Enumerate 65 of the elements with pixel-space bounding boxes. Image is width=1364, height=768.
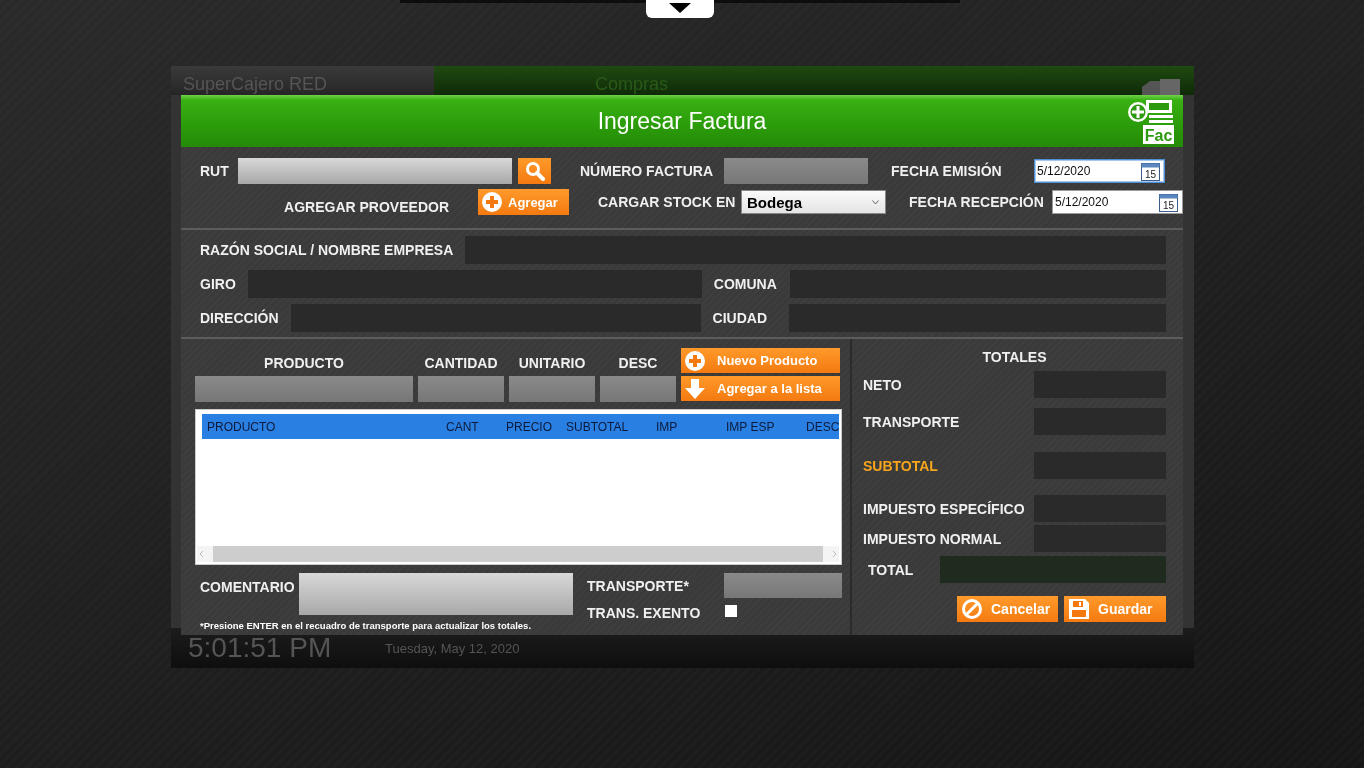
search-icon [524, 161, 545, 181]
dropdown-tab[interactable] [646, 0, 714, 18]
company-name-label: RAZÓN SOCIAL / NOMBRE EMPRESA [200, 242, 454, 258]
column-header[interactable]: IMP ESP [721, 419, 801, 434]
clock-time: 5:01:51 PM [188, 632, 333, 664]
dialog-title: Ingresar Factura [597, 107, 767, 135]
device-icon [1140, 79, 1180, 95]
stock-label: CARGAR STOCK EN [598, 194, 737, 210]
rut-label: RUT [200, 163, 230, 179]
column-header[interactable]: CANT [441, 419, 501, 434]
invoice-number-field[interactable] [724, 158, 868, 184]
search-button[interactable] [518, 158, 551, 184]
city-label: CIUDAD [712, 310, 768, 326]
column-header[interactable]: SUBTOTAL [561, 419, 651, 434]
date-field[interactable]: 5/12/2020 15 [1052, 190, 1183, 214]
date-label: FECHA EMISIÓN [891, 163, 1003, 179]
column-label: UNITARIO [517, 355, 587, 373]
down-arrow-icon [685, 378, 705, 399]
exempt-label: TRANS. EXENTO [587, 604, 702, 621]
chevron-icon [872, 199, 879, 205]
product-input-field[interactable] [195, 376, 413, 402]
totals-title: TOTALES [981, 349, 1048, 367]
add-supplier-label: AGREGAR PROVEEDOR [283, 198, 450, 215]
total-label: TOTAL [868, 561, 914, 578]
column-header[interactable]: IMP [651, 419, 721, 434]
comment-field[interactable] [298, 573, 573, 615]
stock-select[interactable]: Bodega [741, 190, 886, 214]
save-button[interactable]: Guardar [1064, 596, 1166, 622]
column-label: CANTIDAD [423, 355, 499, 373]
total-label: IMPUESTO NORMAL [863, 530, 1002, 547]
calendar-icon: 15 [1141, 161, 1160, 181]
product-input-field[interactable] [600, 376, 676, 402]
total-label: SUBTOTAL [863, 457, 938, 474]
total-label: IMPUESTO ESPECÍFICO [863, 500, 1025, 517]
cancel-button[interactable]: Cancelar [957, 596, 1058, 622]
total-label: NETO [863, 376, 902, 393]
column-label: PRODUCTO [263, 355, 345, 373]
column-label: DESC [617, 355, 659, 373]
date-label: FECHA RECEPCIÓN [909, 194, 1045, 210]
date-field[interactable]: 5/12/2020 15 [1034, 159, 1165, 183]
calendar-icon: 15 [1159, 192, 1178, 212]
product-input-field[interactable] [418, 376, 504, 402]
hint-text: *Presione ENTER en el recuadro de transporte para actualizar los totales. [200, 620, 533, 631]
total-label: TRANSPORTE [863, 413, 960, 430]
new-product-button[interactable]: Nuevo Producto [681, 348, 840, 373]
plus-icon [482, 192, 502, 212]
product-input-field[interactable] [509, 376, 595, 402]
address-label: DIRECCIÓN [200, 310, 279, 326]
exempt-checkbox[interactable] [725, 604, 737, 617]
clock-date: Tuesday, May 12, 2020 [385, 640, 520, 656]
add-button[interactable]: Agregar [478, 189, 569, 215]
transport-label: TRANSPORTE* [587, 577, 690, 594]
plus-icon [685, 350, 705, 371]
column-header[interactable]: DESC [801, 419, 839, 434]
column-header[interactable]: PRODUCTO [202, 419, 441, 434]
giro-label: GIRO [200, 276, 236, 292]
transport-field[interactable] [724, 573, 842, 598]
comuna-label: COMUNA [713, 276, 778, 292]
horizontal-scrollbar[interactable] [197, 546, 839, 562]
invoice-number-label: NÚMERO FACTURA [580, 163, 714, 179]
add-to-list-button[interactable]: Agregar a la lista [681, 376, 840, 401]
rut-field[interactable] [238, 158, 512, 184]
comment-label: COMENTARIO [200, 578, 295, 597]
prohibited-icon [961, 598, 983, 620]
column-header[interactable]: PRECIO [501, 419, 561, 434]
